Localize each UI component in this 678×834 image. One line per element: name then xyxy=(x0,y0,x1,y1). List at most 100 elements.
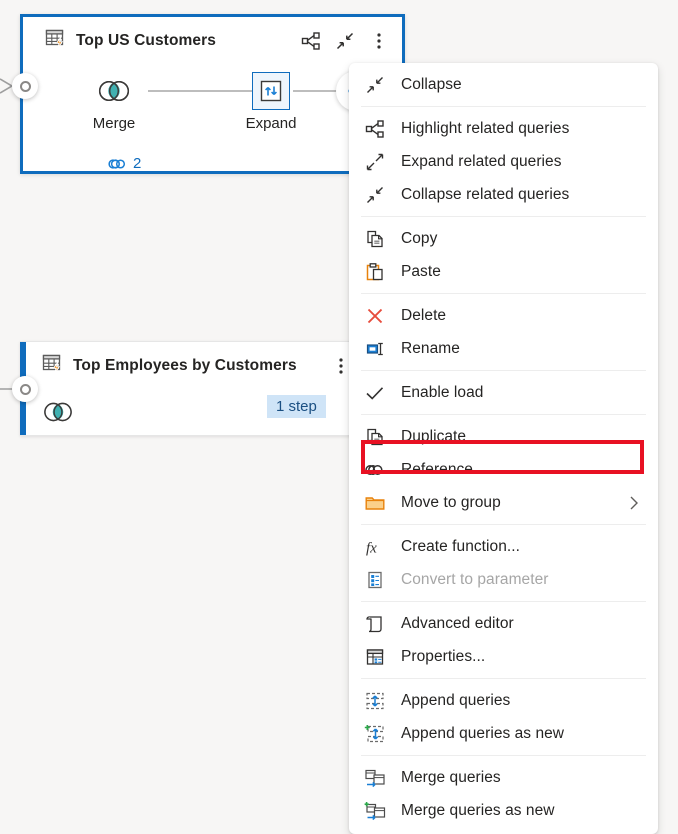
paste-icon xyxy=(349,262,401,282)
menu-separator xyxy=(361,755,646,756)
step-expand[interactable]: Expand xyxy=(239,71,303,132)
menu-item-append-queries[interactable]: Append queries xyxy=(349,684,658,717)
diagram-view-canvas: Top US Customers Merge Expand 2 Top Empl… xyxy=(0,0,678,834)
menu-item-merge-queries-as-new[interactable]: Merge queries as new xyxy=(349,794,658,827)
folder-icon xyxy=(349,493,401,513)
menu-separator xyxy=(361,370,646,371)
menu-item-label: Move to group xyxy=(401,493,501,511)
step-merge[interactable]: Merge xyxy=(82,71,146,132)
merge-queries-icon xyxy=(349,768,401,788)
card-header: Top Employees by Customers xyxy=(20,342,364,390)
function-fx-icon: fx xyxy=(349,537,401,557)
card-input-connector-top[interactable] xyxy=(12,73,38,99)
menu-separator xyxy=(361,293,646,294)
expand-columns-icon xyxy=(252,72,290,110)
menu-item-convert-to-parameter: Convert to parameter xyxy=(349,563,658,596)
menu-item-create-function[interactable]: fx Create function... xyxy=(349,530,658,563)
card-steps: 1 step xyxy=(20,392,364,432)
svg-text:fx: fx xyxy=(366,540,377,556)
append-queries-as-new-icon xyxy=(349,724,401,744)
menu-item-collapse[interactable]: Collapse xyxy=(349,68,658,101)
menu-item-label: Duplicate xyxy=(401,427,467,445)
menu-item-expand-related-queries[interactable]: Expand related queries xyxy=(349,145,658,178)
menu-item-reference[interactable]: Reference xyxy=(349,453,658,486)
highlight-related-queries-icon[interactable] xyxy=(296,26,326,56)
card-title: Top Employees by Customers xyxy=(73,357,297,374)
card-input-connector-bottom[interactable] xyxy=(12,376,38,402)
menu-item-label: Collapse xyxy=(401,75,462,93)
menu-item-append-queries-as-new[interactable]: Append queries as new xyxy=(349,717,658,750)
menu-item-properties[interactable]: Properties... xyxy=(349,640,658,673)
menu-item-label: Append queries xyxy=(401,691,511,709)
step-label: Expand xyxy=(245,115,297,132)
menu-item-collapse-related-queries[interactable]: Collapse related queries xyxy=(349,178,658,211)
menu-item-label: Delete xyxy=(401,306,447,324)
menu-item-paste[interactable]: Paste xyxy=(349,255,658,288)
step-connector-1 xyxy=(148,90,253,92)
menu-separator xyxy=(361,414,646,415)
query-table-icon xyxy=(45,28,67,55)
step-count-badge: 1 step xyxy=(267,395,326,418)
menu-item-duplicate[interactable]: Duplicate xyxy=(349,420,658,453)
menu-item-label: Highlight related queries xyxy=(401,119,570,137)
query-card-top-us-customers[interactable]: Top US Customers Merge Expand 2 xyxy=(20,14,405,174)
properties-icon xyxy=(349,647,401,667)
step-merge[interactable] xyxy=(36,392,80,432)
reference-link-icon xyxy=(349,461,401,479)
step-label: Merge xyxy=(92,115,136,132)
menu-item-delete[interactable]: Delete xyxy=(349,299,658,332)
merge-queries-as-new-icon xyxy=(349,801,401,821)
menu-item-label: Copy xyxy=(401,229,438,247)
menu-item-label: Collapse related queries xyxy=(401,185,570,203)
query-card-top-employees-by-customers[interactable]: Top Employees by Customers 1 step xyxy=(20,341,365,436)
link-icon xyxy=(108,158,126,169)
chevron-right-icon xyxy=(626,495,646,511)
menu-separator xyxy=(361,601,646,602)
menu-separator xyxy=(361,216,646,217)
menu-separator xyxy=(361,524,646,525)
menu-item-label: Append queries as new xyxy=(401,724,565,742)
merge-icon xyxy=(82,71,146,111)
menu-item-move-to-group[interactable]: Move to group xyxy=(349,486,658,519)
menu-item-rename[interactable]: Rename xyxy=(349,332,658,365)
collapse-icon xyxy=(349,75,401,95)
menu-item-copy[interactable]: Copy xyxy=(349,222,658,255)
delete-icon xyxy=(349,306,401,326)
menu-item-label: Properties... xyxy=(401,647,486,665)
collapse-related-queries-icon xyxy=(349,185,401,205)
highlight-related-queries-icon xyxy=(349,119,401,139)
query-table-icon xyxy=(42,353,64,380)
menu-item-label: Expand related queries xyxy=(401,152,562,170)
parameter-icon xyxy=(349,570,401,590)
menu-item-label: Paste xyxy=(401,262,441,280)
menu-item-label: Merge queries as new xyxy=(401,801,555,819)
menu-item-label: Convert to parameter xyxy=(401,570,549,588)
merge-icon xyxy=(36,392,80,432)
menu-item-label: Advanced editor xyxy=(401,614,514,632)
menu-item-advanced-editor[interactable]: Advanced editor xyxy=(349,607,658,640)
query-context-menu[interactable]: Collapse Highlight related queries Expan… xyxy=(349,63,658,834)
rename-icon xyxy=(349,339,401,359)
reference-count-badge: 2 xyxy=(108,155,141,172)
advanced-editor-icon xyxy=(349,614,401,634)
menu-item-enable-load[interactable]: Enable load xyxy=(349,376,658,409)
card-steps: Merge Expand xyxy=(23,71,402,132)
menu-item-label: Rename xyxy=(401,339,460,357)
menu-separator xyxy=(361,106,646,107)
menu-item-label: Merge queries xyxy=(401,768,501,786)
append-queries-icon xyxy=(349,691,401,711)
menu-item-label: Create function... xyxy=(401,537,520,555)
duplicate-icon xyxy=(349,427,401,447)
menu-item-merge-queries[interactable]: Merge queries xyxy=(349,761,658,794)
expand-related-queries-icon xyxy=(349,152,401,172)
menu-separator xyxy=(361,678,646,679)
menu-item-label: Enable load xyxy=(401,383,484,401)
expand-step-glyph xyxy=(239,71,303,111)
checkmark-icon xyxy=(349,383,401,403)
collapse-icon[interactable] xyxy=(330,26,360,56)
menu-item-highlight-related-queries[interactable]: Highlight related queries xyxy=(349,112,658,145)
card-title: Top US Customers xyxy=(76,32,216,49)
copy-icon xyxy=(349,229,401,249)
reference-count: 2 xyxy=(133,155,142,172)
more-options-icon[interactable] xyxy=(364,26,394,56)
